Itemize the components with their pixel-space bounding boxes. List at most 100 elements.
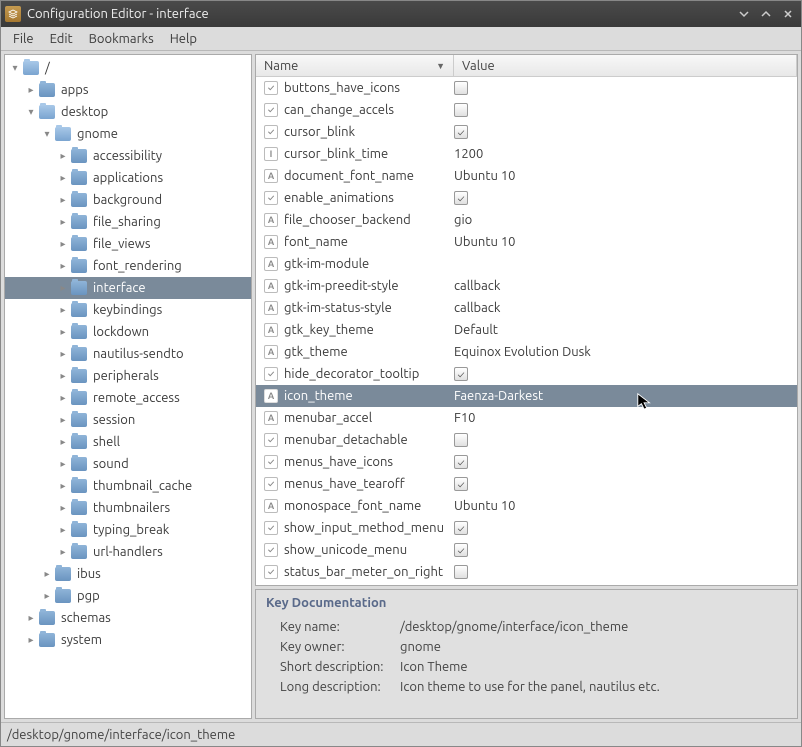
checkbox-icon[interactable] [454, 543, 468, 557]
tree-toggle-icon[interactable]: ▸ [57, 524, 69, 536]
tree-item-remote_access[interactable]: ▸remote_access [5, 387, 251, 409]
key-value[interactable] [454, 455, 797, 469]
tree-item-applications[interactable]: ▸applications [5, 167, 251, 189]
key-value[interactable] [454, 433, 797, 447]
menu-edit[interactable]: Edit [42, 30, 81, 48]
tree-item-schemas[interactable]: ▸schemas [5, 607, 251, 629]
checkbox-icon[interactable] [454, 455, 468, 469]
key-row-file_chooser_backend[interactable]: file_chooser_backendgio [256, 209, 797, 231]
key-row-gtk-im-status-style[interactable]: gtk-im-status-stylecallback [256, 297, 797, 319]
key-value[interactable]: callback [454, 279, 797, 293]
checkbox-icon[interactable] [454, 521, 468, 535]
key-value[interactable]: Equinox Evolution Dusk [454, 345, 797, 359]
tree-item-background[interactable]: ▸background [5, 189, 251, 211]
tree-toggle-icon[interactable]: ▸ [57, 502, 69, 514]
key-row-gtk-im-preedit-style[interactable]: gtk-im-preedit-stylecallback [256, 275, 797, 297]
key-row-gtk_key_theme[interactable]: gtk_key_themeDefault [256, 319, 797, 341]
tree-item-typing_break[interactable]: ▸typing_break [5, 519, 251, 541]
tree-item-peripherals[interactable]: ▸peripherals [5, 365, 251, 387]
tree-toggle-icon[interactable]: ▸ [57, 546, 69, 558]
checkbox-icon[interactable] [454, 367, 468, 381]
key-value[interactable] [454, 477, 797, 491]
key-row-icon_theme[interactable]: icon_themeFaenza-Darkest [256, 385, 797, 407]
close-button[interactable] [779, 5, 797, 23]
tree-toggle-icon[interactable]: ▸ [57, 216, 69, 228]
tree-item-shell[interactable]: ▸shell [5, 431, 251, 453]
key-row-buttons_have_icons[interactable]: buttons_have_icons [256, 77, 797, 99]
list-body[interactable]: buttons_have_iconscan_change_accelscurso… [256, 77, 797, 585]
checkbox-icon[interactable] [454, 103, 468, 117]
tree-item-keybindings[interactable]: ▸keybindings [5, 299, 251, 321]
tree-item-system[interactable]: ▸system [5, 629, 251, 651]
tree-toggle-icon[interactable]: ▸ [57, 458, 69, 470]
key-value[interactable]: Ubuntu 10 [454, 499, 797, 513]
tree-item-pgp[interactable]: ▸pgp [5, 585, 251, 607]
tree-item-accessibility[interactable]: ▸accessibility [5, 145, 251, 167]
key-value[interactable] [454, 191, 797, 205]
tree-toggle-icon[interactable]: ▸ [57, 370, 69, 382]
tree-toggle-icon[interactable]: ▸ [57, 238, 69, 250]
tree-toggle-icon[interactable]: ▾ [25, 106, 37, 118]
titlebar[interactable]: Configuration Editor - interface [1, 1, 801, 27]
tree-toggle-icon[interactable]: ▸ [57, 282, 69, 294]
key-row-font_name[interactable]: font_nameUbuntu 10 [256, 231, 797, 253]
key-value[interactable]: Ubuntu 10 [454, 169, 797, 183]
checkbox-icon[interactable] [454, 433, 468, 447]
key-row-menubar_accel[interactable]: menubar_accelF10 [256, 407, 797, 429]
tree-item-url-handlers[interactable]: ▸url-handlers [5, 541, 251, 563]
key-row-document_font_name[interactable]: document_font_nameUbuntu 10 [256, 165, 797, 187]
tree-item-file_sharing[interactable]: ▸file_sharing [5, 211, 251, 233]
key-value[interactable] [454, 103, 797, 117]
tree-sidebar[interactable]: ▾/▸apps▾desktop▾gnome▸accessibility▸appl… [4, 54, 252, 719]
key-value[interactable]: Default [454, 323, 797, 337]
key-row-hide_decorator_tooltip[interactable]: hide_decorator_tooltip [256, 363, 797, 385]
menu-file[interactable]: File [5, 30, 42, 48]
checkbox-icon[interactable] [454, 125, 468, 139]
key-row-status_bar_meter_on_right[interactable]: status_bar_meter_on_right [256, 561, 797, 583]
tree-toggle-icon[interactable]: ▸ [57, 480, 69, 492]
key-row-show_input_method_menu[interactable]: show_input_method_menu [256, 517, 797, 539]
key-row-menus_have_icons[interactable]: menus_have_icons [256, 451, 797, 473]
tree-item-apps[interactable]: ▸apps [5, 79, 251, 101]
tree-item-nautilus-sendto[interactable]: ▸nautilus-sendto [5, 343, 251, 365]
tree-toggle-icon[interactable]: ▸ [41, 590, 53, 602]
tree-toggle-icon[interactable]: ▸ [25, 612, 37, 624]
key-value[interactable]: F10 [454, 411, 797, 425]
key-row-enable_animations[interactable]: enable_animations [256, 187, 797, 209]
tree-item-thumbnail_cache[interactable]: ▸thumbnail_cache [5, 475, 251, 497]
key-row-gtk_theme[interactable]: gtk_themeEquinox Evolution Dusk [256, 341, 797, 363]
tree-toggle-icon[interactable]: ▸ [57, 392, 69, 404]
key-row-can_change_accels[interactable]: can_change_accels [256, 99, 797, 121]
maximize-button[interactable] [757, 5, 775, 23]
tree-item-interface[interactable]: ▸interface [5, 277, 251, 299]
menu-bookmarks[interactable]: Bookmarks [81, 30, 162, 48]
key-row-show_unicode_menu[interactable]: show_unicode_menu [256, 539, 797, 561]
tree-item-root[interactable]: ▾/ [5, 57, 251, 79]
key-value[interactable] [454, 367, 797, 381]
key-row-cursor_blink_time[interactable]: cursor_blink_time1200 [256, 143, 797, 165]
key-value[interactable] [454, 521, 797, 535]
checkbox-icon[interactable] [454, 565, 468, 579]
tree-toggle-icon[interactable]: ▸ [57, 194, 69, 206]
key-value[interactable] [454, 565, 797, 579]
key-row-menus_have_tearoff[interactable]: menus_have_tearoff [256, 473, 797, 495]
tree-item-ibus[interactable]: ▸ibus [5, 563, 251, 585]
tree-toggle-icon[interactable]: ▸ [57, 150, 69, 162]
tree-toggle-icon[interactable]: ▾ [41, 128, 53, 140]
tree-item-file_views[interactable]: ▸file_views [5, 233, 251, 255]
checkbox-icon[interactable] [454, 81, 468, 95]
tree-toggle-icon[interactable]: ▸ [57, 172, 69, 184]
tree-toggle-icon[interactable]: ▸ [57, 348, 69, 360]
key-value[interactable] [454, 125, 797, 139]
key-row-cursor_blink[interactable]: cursor_blink [256, 121, 797, 143]
tree-toggle-icon[interactable]: ▸ [57, 414, 69, 426]
tree-toggle-icon[interactable]: ▸ [25, 84, 37, 96]
tree-item-session[interactable]: ▸session [5, 409, 251, 431]
column-value[interactable]: Value [454, 55, 797, 76]
tree-item-thumbnailers[interactable]: ▸thumbnailers [5, 497, 251, 519]
tree-item-sound[interactable]: ▸sound [5, 453, 251, 475]
tree-toggle-icon[interactable]: ▸ [41, 568, 53, 580]
checkbox-icon[interactable] [454, 477, 468, 491]
key-value[interactable]: gio [454, 213, 797, 227]
menu-help[interactable]: Help [162, 30, 205, 48]
